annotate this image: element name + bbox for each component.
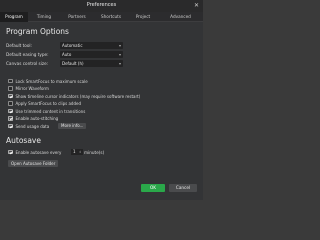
chevron-down-icon: ▾ (118, 43, 121, 48)
show-timeline-cursor-checkbox[interactable] (8, 93, 13, 99)
title-bar: Preferences ✕ (0, 0, 203, 12)
preferences-dialog: Preferences ✕ Program Timing Portners Sh… (0, 0, 203, 200)
default-easing-label: Default easing type: (6, 52, 49, 57)
tab-shortcuts[interactable]: Shortcuts (94, 12, 128, 22)
tab-advanced[interactable]: Advanced (158, 12, 203, 22)
stepper-arrows-icon[interactable]: ⇕ (79, 150, 82, 154)
send-usage-data-checkbox[interactable] (8, 123, 13, 129)
trimmed-content-row[interactable]: Use trimmed content in transitions (8, 108, 85, 114)
autosave-heading: Autosave (6, 136, 41, 145)
default-tool-label: Default tool: (6, 43, 32, 48)
ok-button[interactable]: OK (141, 184, 165, 192)
open-autosave-folder-button[interactable]: Open Autosave Folder (8, 160, 59, 167)
autosave-interval-value: 1 (73, 149, 76, 154)
apply-smartfocus-row[interactable]: Apply SmartFocus to clips added (8, 101, 81, 107)
enable-autosave-checkbox[interactable] (8, 149, 13, 155)
lock-smartfocus-checkbox[interactable] (8, 78, 13, 84)
chevron-down-icon: ▾ (118, 52, 121, 57)
apply-smartfocus-checkbox[interactable] (8, 101, 13, 106)
send-usage-data-row[interactable]: Send usage data (8, 123, 49, 129)
default-tool-dropdown[interactable]: Automatic ▾ (60, 42, 123, 49)
apply-smartfocus-label: Apply SmartFocus to clips added (15, 101, 82, 106)
mirror-waveform-checkbox[interactable] (8, 86, 13, 91)
show-timeline-cursor-row[interactable]: Show timeline cursor indicators (may req… (8, 93, 140, 99)
program-tab-content: Program Options Default tool: Automatic … (0, 23, 203, 200)
auto-stitching-checkbox[interactable] (8, 116, 13, 121)
enable-autosave-row[interactable]: Enable autosave every (8, 149, 61, 155)
canvas-control-label: Canvas control size: (6, 61, 49, 66)
autosave-interval-stepper[interactable]: 1 ⇕ (71, 149, 84, 155)
close-icon[interactable]: ✕ (194, 2, 199, 9)
default-easing-dropdown[interactable]: Auto ▾ (60, 51, 123, 58)
tab-portners[interactable]: Portners (60, 12, 94, 22)
trimmed-content-checkbox[interactable] (8, 108, 13, 114)
default-tool-value: Automatic (62, 43, 83, 48)
enable-autosave-label: Enable autosave every (15, 149, 62, 155)
canvas-control-value: Default (h) (62, 61, 84, 66)
auto-stitching-row[interactable]: Enable auto-stitching (8, 116, 58, 122)
tab-project[interactable]: Project (128, 12, 158, 22)
cancel-button[interactable]: Cancel (169, 184, 197, 192)
mirror-waveform-label: Mirror Waveform (15, 86, 49, 91)
tab-bar: Program Timing Portners Shortcuts Projec… (0, 12, 203, 22)
tab-timing[interactable]: Timing (28, 12, 60, 22)
lock-smartfocus-row[interactable]: Lock SmartFocus to maximum scale (8, 78, 88, 84)
window-title: Preferences (86, 2, 117, 8)
more-info-button[interactable]: More info... (58, 122, 87, 129)
mirror-waveform-row[interactable]: Mirror Waveform (8, 86, 49, 92)
chevron-down-icon: ▾ (118, 61, 121, 66)
default-easing-value: Auto (62, 52, 72, 57)
auto-stitching-label: Enable auto-stitching (15, 116, 59, 121)
trimmed-content-label: Use trimmed content in transitions (15, 108, 86, 114)
lock-smartfocus-label: Lock SmartFocus to maximum scale (15, 78, 88, 84)
autosave-unit-label: minute(s) (84, 150, 105, 155)
tab-program[interactable]: Program (0, 12, 28, 22)
canvas-control-dropdown[interactable]: Default (h) ▾ (60, 60, 123, 67)
send-usage-data-label: Send usage data (15, 123, 50, 129)
show-timeline-cursor-label: Show timeline cursor indicators (may req… (15, 93, 141, 99)
program-options-heading: Program Options (6, 27, 69, 36)
